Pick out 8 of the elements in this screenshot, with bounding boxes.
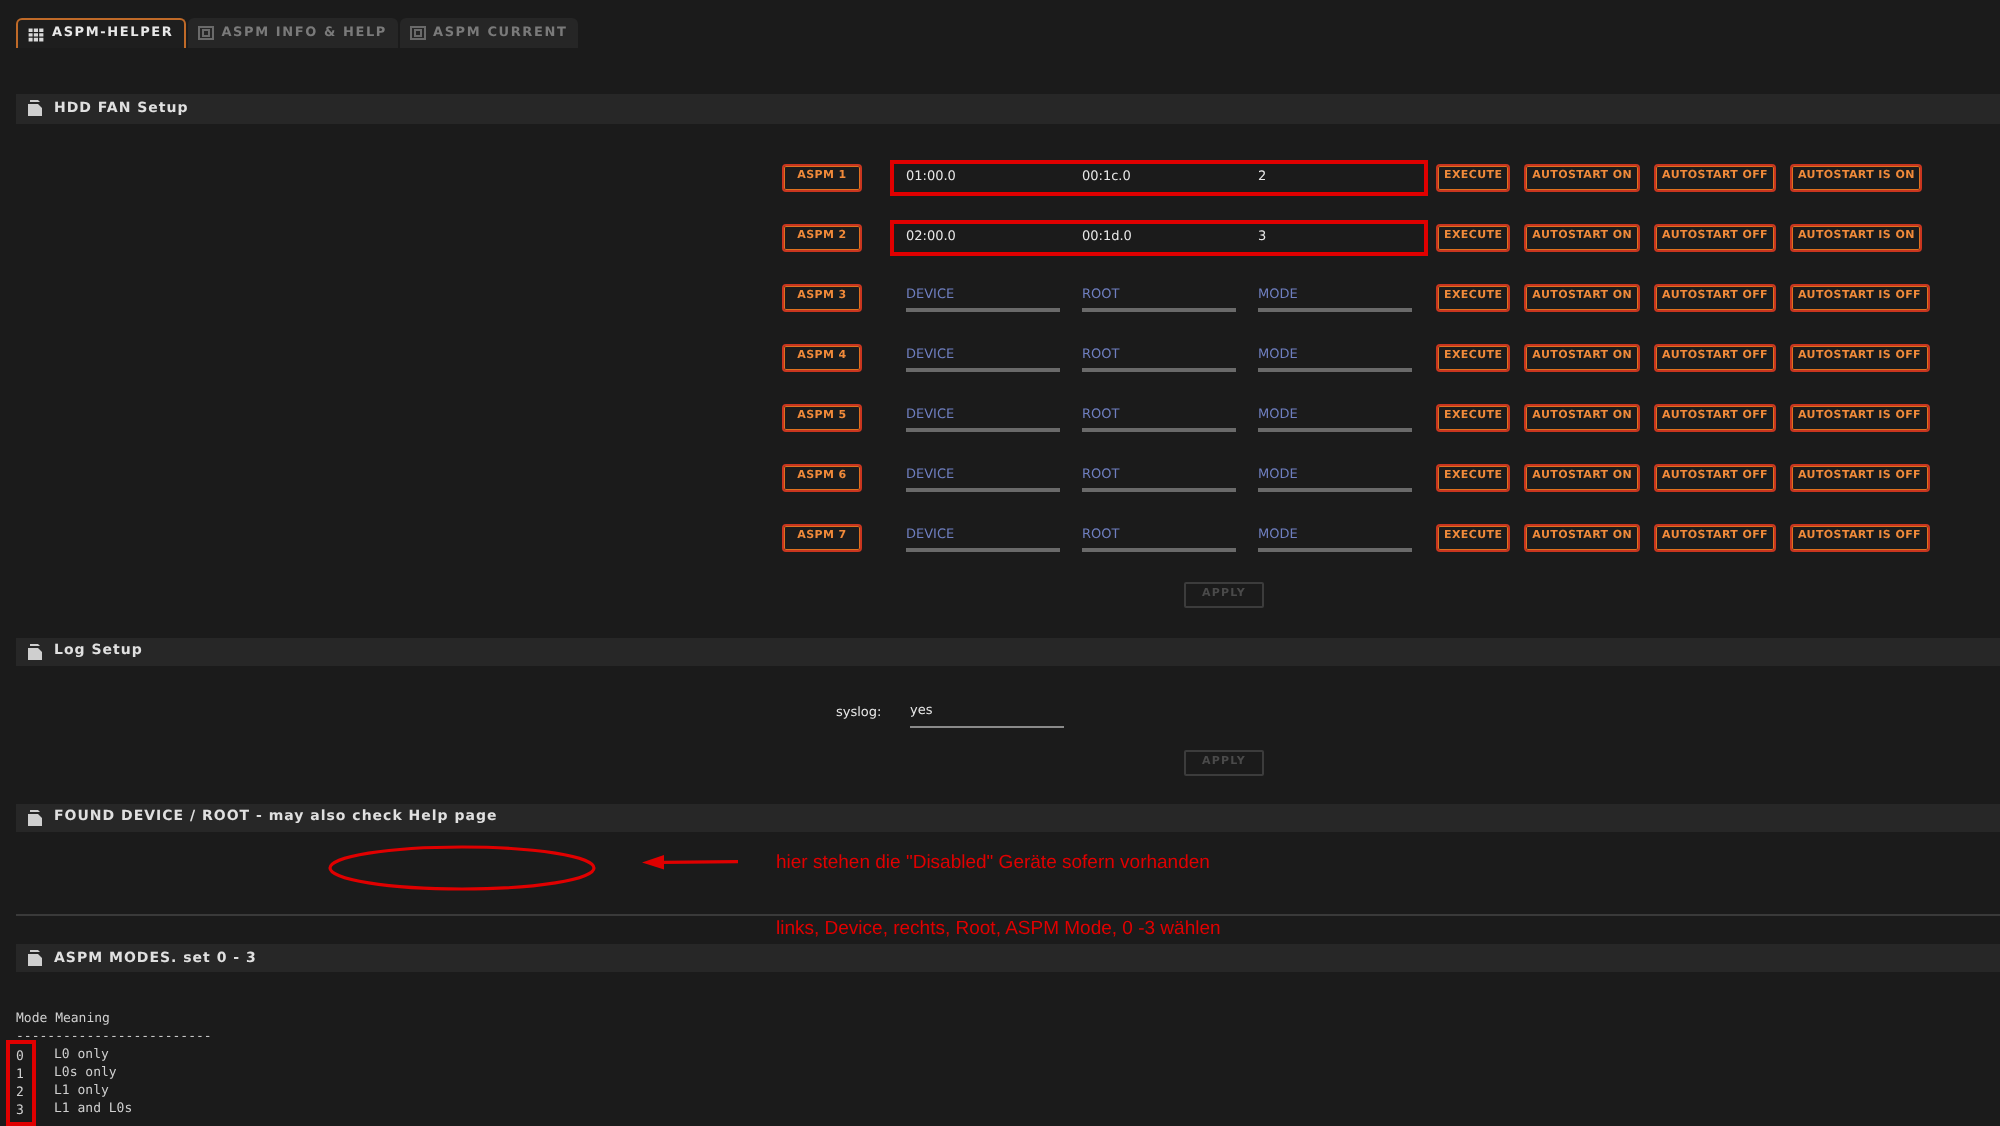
document-icon (26, 947, 44, 968)
annotation-text: hier stehen die "Disabled" Geräte sofern vorhanden (776, 849, 1210, 878)
document-icon (26, 807, 44, 828)
document-icon (26, 641, 44, 662)
annotation-arrow (642, 853, 738, 870)
annotation-text: links, Device, rechts, Root, ASPM Mode, 0 -3 wählen (776, 915, 1221, 944)
grid-icon (28, 27, 44, 41)
document-icon (26, 98, 44, 119)
